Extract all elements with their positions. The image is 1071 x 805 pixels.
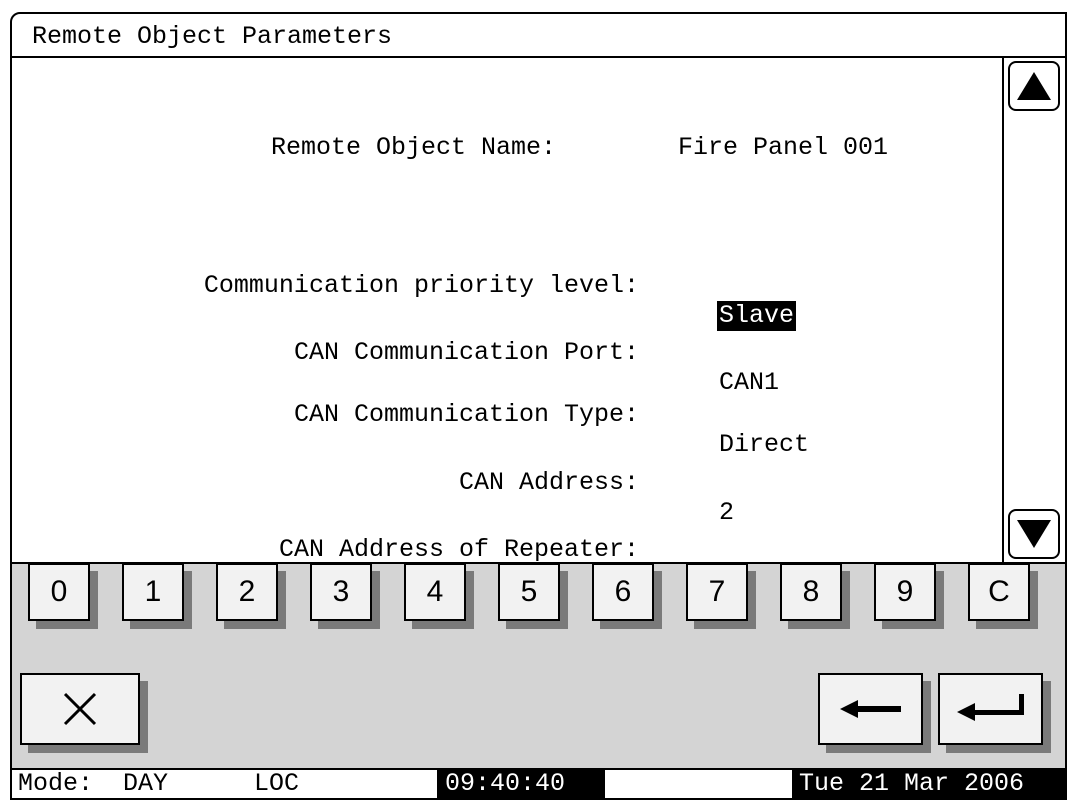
object-name-value-wrap: Fire Panel 001 bbox=[588, 103, 888, 193]
field-label-port: CAN Communication Port: bbox=[293, 338, 639, 367]
object-name-label: Remote Object Name: bbox=[271, 133, 557, 162]
return-arrow-icon bbox=[956, 694, 1024, 721]
scrollbar[interactable] bbox=[1002, 58, 1065, 562]
key-6[interactable]: 6 bbox=[592, 563, 654, 621]
triangle-down-icon bbox=[1017, 520, 1051, 548]
key-9[interactable]: 9 bbox=[874, 563, 936, 621]
key-clear[interactable]: C bbox=[968, 563, 1030, 621]
status-mode-value: DAY bbox=[123, 769, 169, 798]
status-date: Tue 21 Mar 2006 bbox=[792, 770, 1065, 798]
key-5[interactable]: 5 bbox=[498, 563, 560, 621]
status-time: 09:40:40 bbox=[437, 770, 605, 798]
x-mark-icon bbox=[63, 692, 97, 726]
cancel-button[interactable] bbox=[20, 673, 140, 745]
key-3[interactable]: 3 bbox=[310, 563, 372, 621]
key-4[interactable]: 4 bbox=[404, 563, 466, 621]
object-name-value[interactable]: Fire Panel 001 bbox=[678, 133, 888, 162]
field-label-repeater: CAN Address of Repeater: bbox=[278, 535, 639, 564]
scroll-up-button[interactable] bbox=[1008, 61, 1060, 111]
status-location: LOC bbox=[254, 769, 300, 798]
triangle-up-icon bbox=[1017, 72, 1051, 100]
window-title: Remote Object Parameters bbox=[32, 22, 393, 51]
field-label-priority: Communication priority level: bbox=[203, 271, 639, 300]
field-label-address: CAN Address: bbox=[458, 468, 639, 497]
key-7[interactable]: 7 bbox=[686, 563, 748, 621]
parameters-panel: Remote Object Name: Fire Panel 001 Commu… bbox=[12, 58, 1002, 594]
key-0[interactable]: 0 bbox=[28, 563, 90, 621]
key-8[interactable]: 8 bbox=[780, 563, 842, 621]
status-bar: Mode: DAY LOC 09:40:40 Tue 21 Mar 2006 bbox=[12, 768, 1065, 798]
left-arrow-icon bbox=[839, 700, 901, 718]
key-1[interactable]: 1 bbox=[122, 563, 184, 621]
scroll-down-button[interactable] bbox=[1008, 509, 1060, 559]
status-mode-label: Mode: bbox=[18, 769, 94, 798]
key-2[interactable]: 2 bbox=[216, 563, 278, 621]
object-name-row: Remote Object Name: bbox=[181, 103, 556, 193]
field-label-type: CAN Communication Type: bbox=[293, 400, 639, 429]
backspace-button[interactable] bbox=[818, 673, 923, 745]
enter-button[interactable] bbox=[938, 673, 1043, 745]
title-bar: Remote Object Parameters bbox=[12, 14, 1065, 58]
